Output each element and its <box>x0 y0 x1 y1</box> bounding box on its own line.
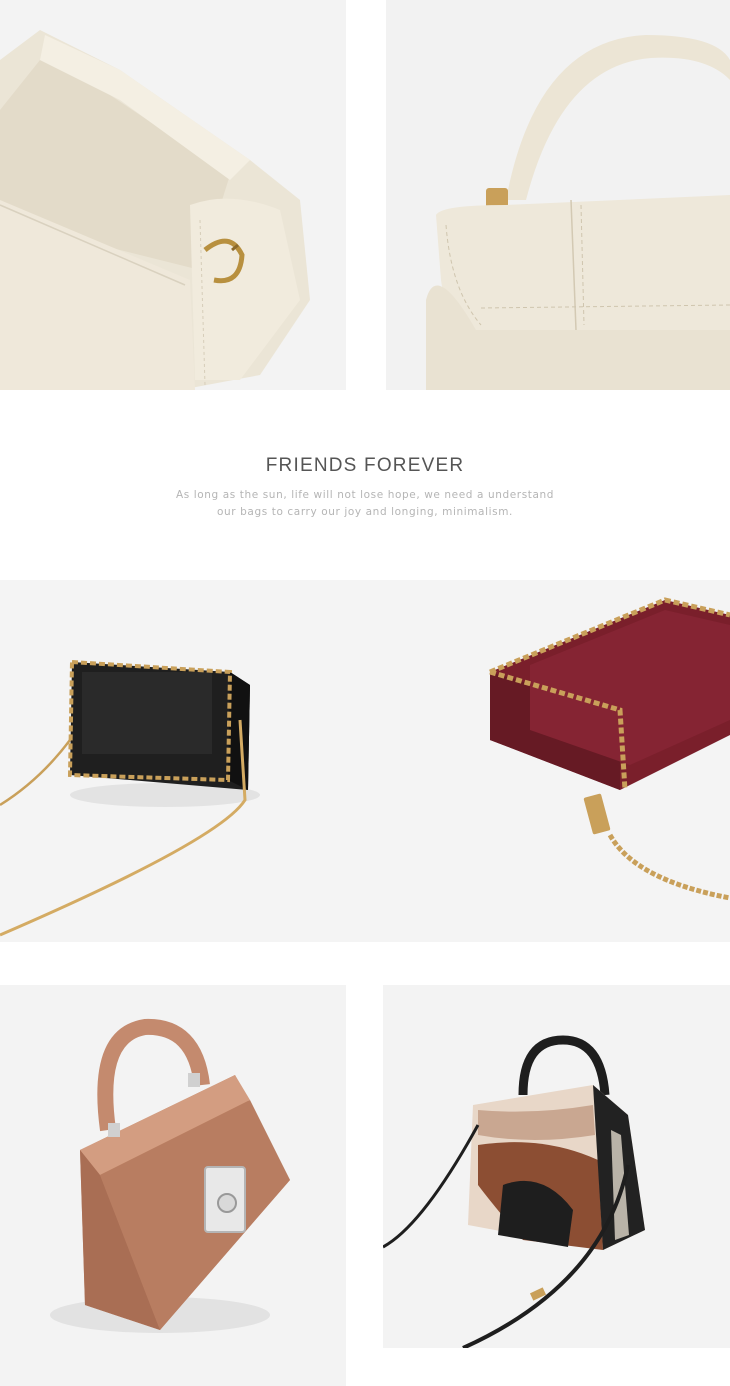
photo-cream-bag-handle <box>386 0 730 390</box>
photo-black-chain-bag <box>0 580 365 942</box>
photo-abstract-print-bag <box>383 985 730 1348</box>
tan-croc-bag-illustration <box>0 985 346 1386</box>
black-chain-bag-illustration <box>0 580 365 942</box>
caption-body: As long as the sun, life will not lose h… <box>0 487 730 521</box>
burgundy-chain-bag-illustration <box>365 580 730 942</box>
cream-bag-handle-illustration <box>386 0 730 390</box>
caption-title: FRIENDS FOREVER <box>265 455 465 476</box>
photo-tan-croc-bag <box>0 985 346 1386</box>
caption-section: FRIENDS FOREVER As long as the sun, life… <box>0 455 730 521</box>
caption-line-2: our bags to carry our joy and longing, m… <box>217 506 513 518</box>
abstract-print-bag-illustration <box>383 985 730 1348</box>
photo-burgundy-chain-bag <box>365 580 730 942</box>
cream-bag-interior-illustration <box>0 0 346 390</box>
caption-line-1: As long as the sun, life will not lose h… <box>175 489 555 501</box>
photo-cream-bag-interior <box>0 0 346 390</box>
